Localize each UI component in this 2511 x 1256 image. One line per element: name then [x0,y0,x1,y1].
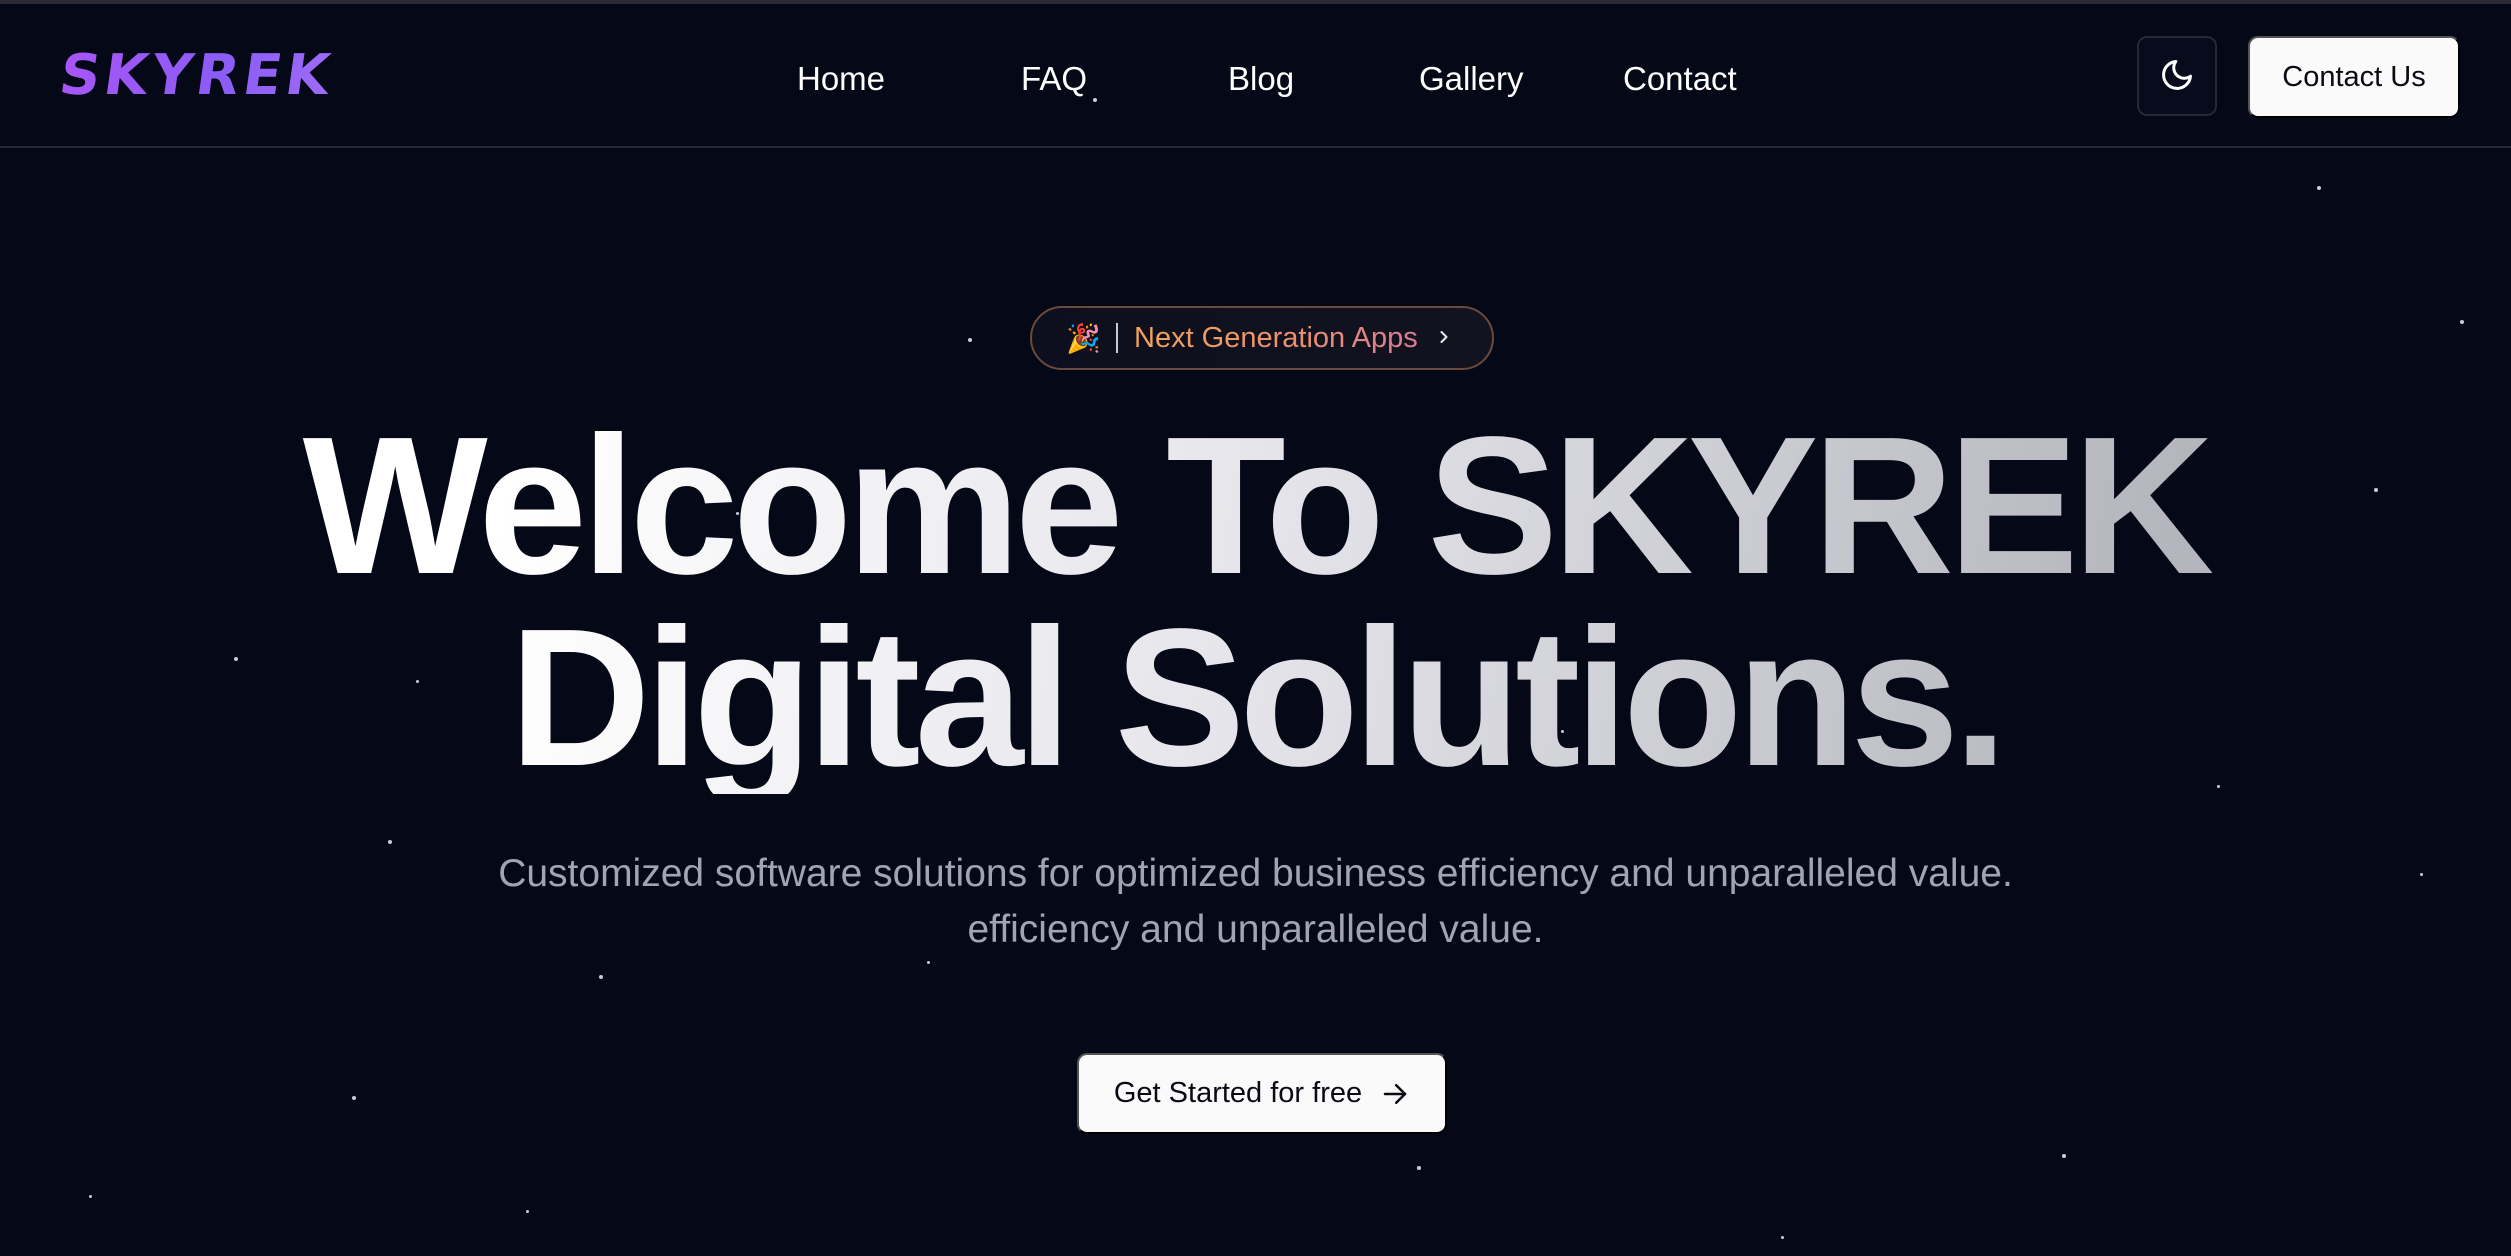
star [352,1096,356,1100]
main-nav: Home FAQ Blog Gallery Contact [0,56,2511,102]
star [1781,1236,1784,1239]
star [2317,186,2321,190]
star [1417,1166,1421,1170]
nav-item-home[interactable]: Home [797,56,885,102]
star [968,338,972,342]
hero-title-line-1: Welcome To SKYREK [302,396,2209,615]
hero-subtitle: Customized software solutions for optimi… [0,846,2511,958]
chevron-right-icon [1434,323,1454,354]
theme-toggle-button[interactable] [2137,36,2217,116]
moon-icon [2159,57,2195,96]
star [599,975,603,979]
star [89,1195,92,1198]
hero-title-line-2: Digital Solutions. [509,588,2002,807]
star [927,961,930,964]
announcement-badge[interactable]: 🎉 Next Generation Apps [1030,306,1494,370]
cta-label: Get Started for free [1113,1077,1363,1109]
nav-item-gallery[interactable]: Gallery [1419,56,1524,102]
arrow-right-icon [1380,1079,1410,1109]
nav-item-blog[interactable]: Blog [1228,56,1294,102]
party-popper-icon: 🎉 [1066,322,1101,354]
hero-title: Welcome To SKYREK Digital Solutions. [0,410,2511,794]
star [388,840,392,844]
badge-divider [1116,323,1118,353]
hero-subtitle-line-2: efficiency and unparalleled value. [967,908,1544,951]
star [526,1210,529,1213]
hero-subtitle-line-1: Customized software solutions for optimi… [498,852,2013,895]
contact-us-button[interactable]: Contact Us [2248,36,2460,118]
star [2062,1154,2066,1158]
get-started-button[interactable]: Get Started for free [1077,1053,1447,1134]
nav-item-faq[interactable]: FAQ [1021,56,1087,102]
site-header: SKYREK Home FAQ Blog Gallery Contact Con… [0,4,2511,148]
star [2460,320,2464,324]
badge-text: Next Generation Apps [1134,321,1418,354]
nav-item-contact[interactable]: Contact [1623,56,1737,102]
